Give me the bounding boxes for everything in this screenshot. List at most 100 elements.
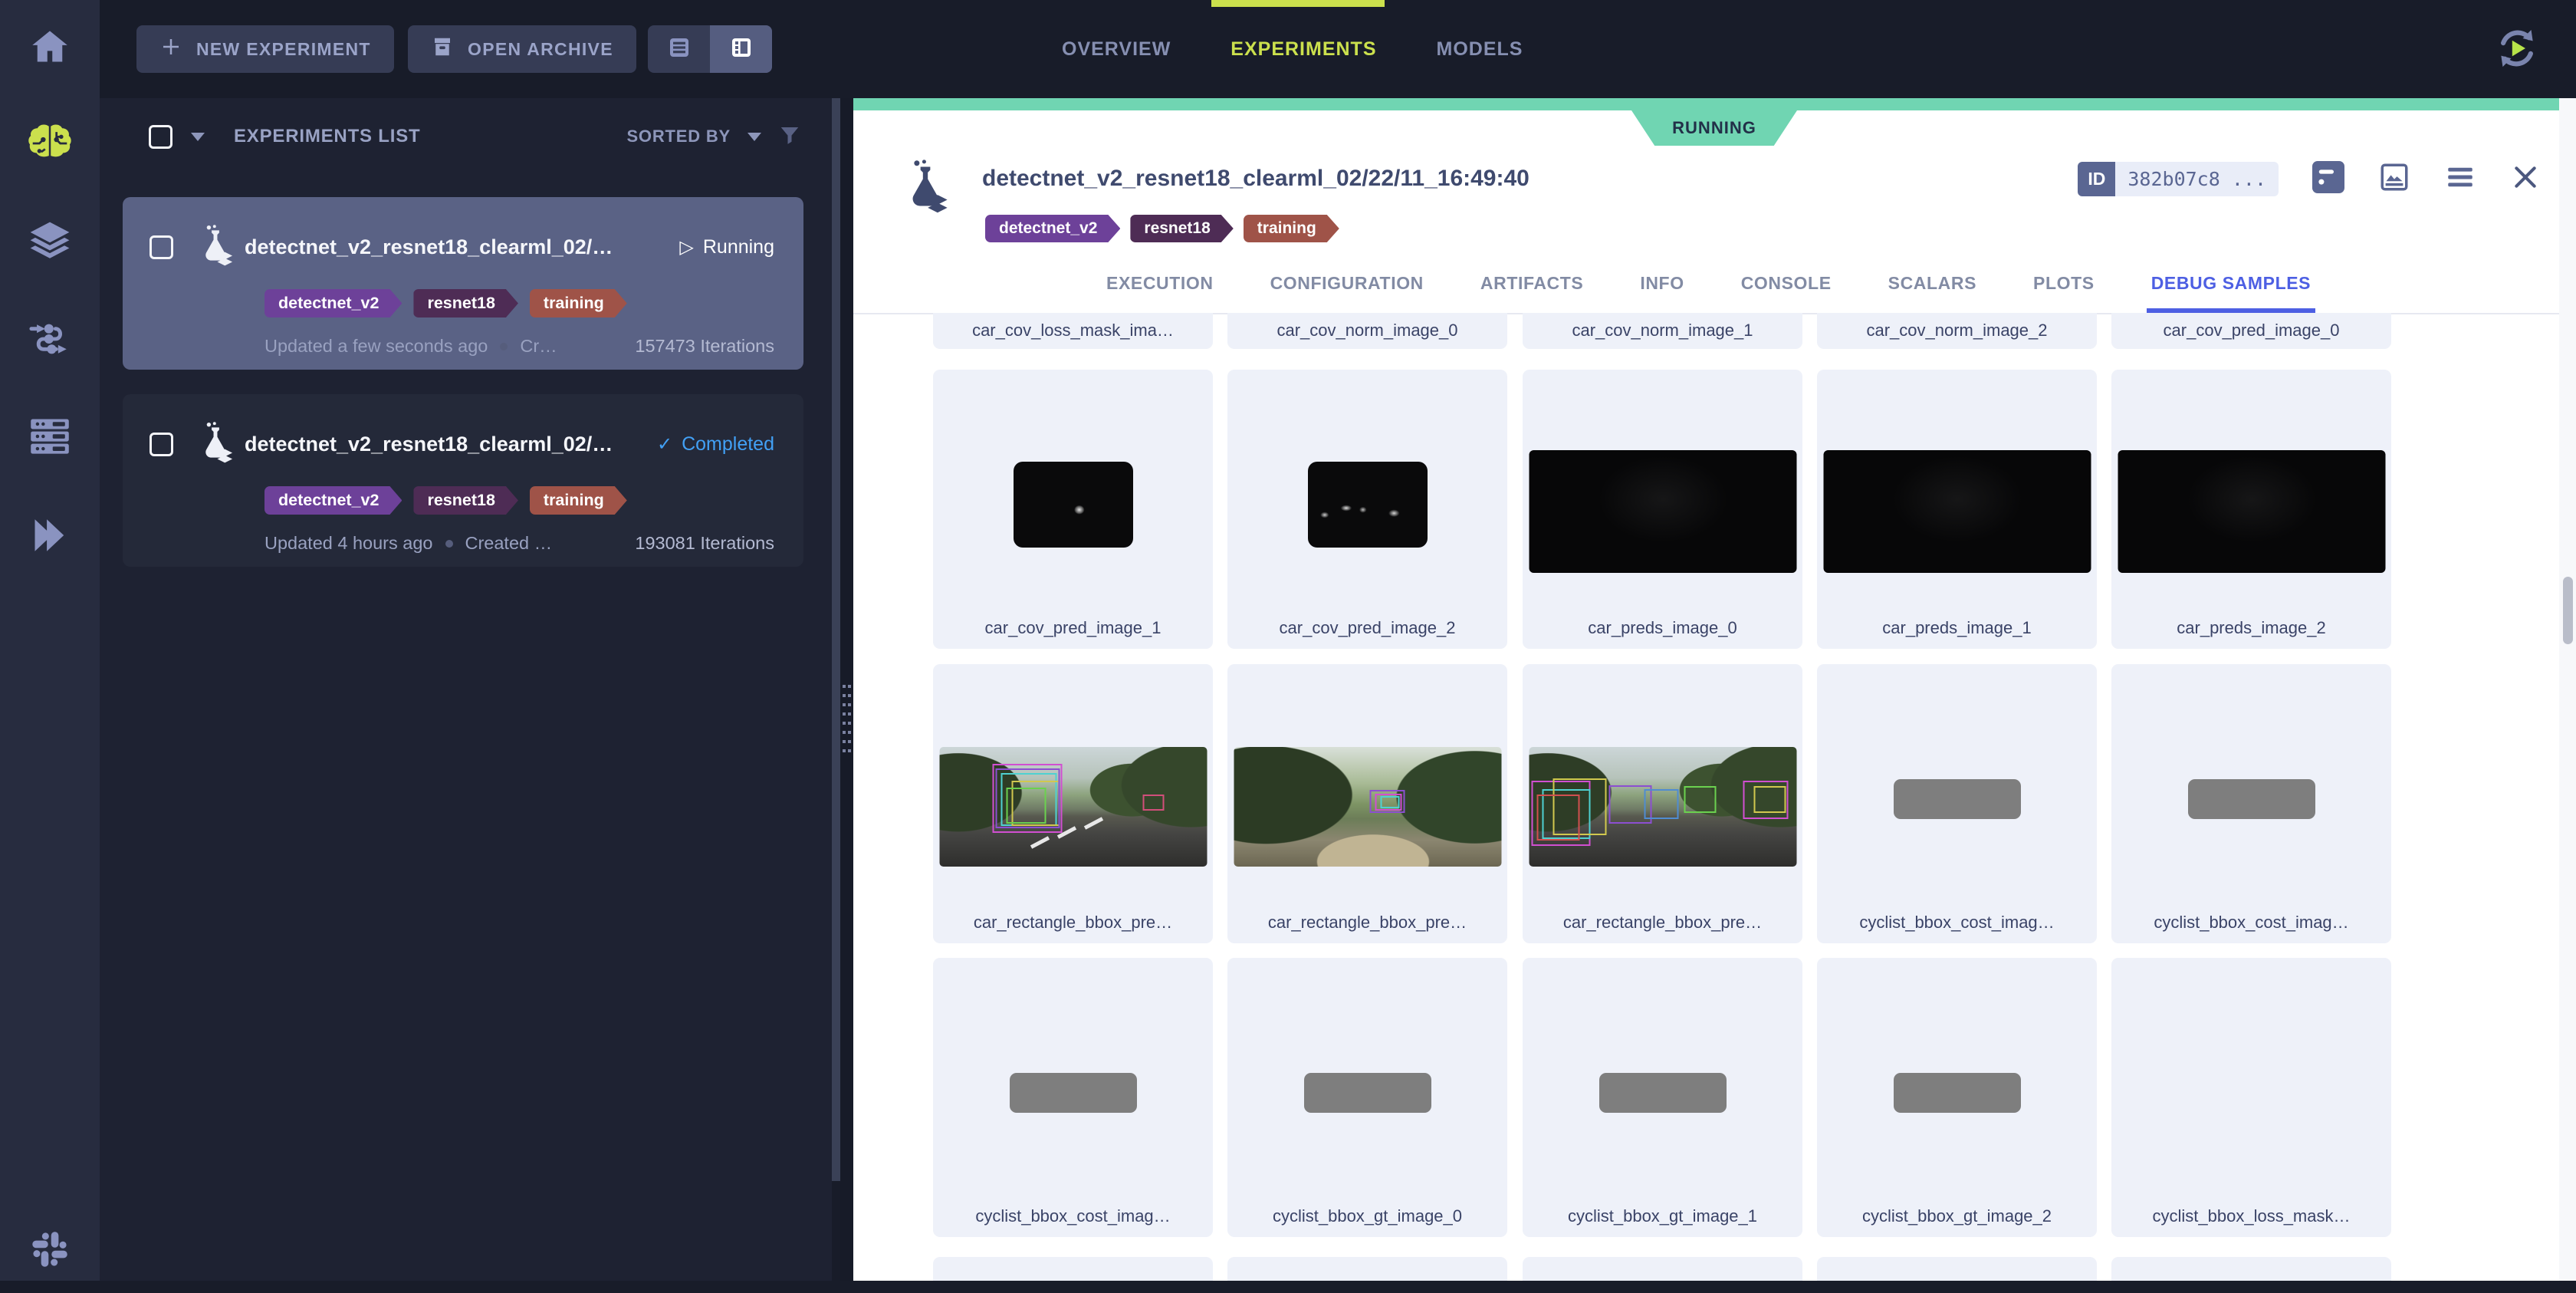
sidebar-item-pipelines[interactable]: [0, 298, 100, 383]
debug-sample-card[interactable]: car_cov_pred_image_2: [1227, 370, 1507, 649]
debug-sample-card[interactable]: cyclist_bbox_cost_imag…: [933, 958, 1213, 1237]
table-view-button[interactable]: [648, 25, 710, 73]
experiments-list-panel: EXPERIMENTS LIST SORTED BY detectnet_v2_…: [100, 98, 832, 1281]
debug-sample-card[interactable]: cyclist_bbox_loss_mask…: [2111, 958, 2391, 1237]
experiment-meta: Updated 4 hours ago Created … 193081 Ite…: [264, 533, 774, 554]
sample-label: cyclist_bbox_cost_imag…: [939, 1206, 1207, 1226]
debug-sample-card[interactable]: car_cov_norm_image_0: [1227, 313, 1507, 349]
experiments-list-header: EXPERIMENTS LIST SORTED BY: [100, 98, 832, 175]
filter-button[interactable]: [778, 123, 801, 150]
sample-thumbnail[interactable]: [2118, 450, 2385, 573]
auto-refresh-icon: [2492, 64, 2542, 77]
lane-marking: [1030, 836, 1050, 849]
split-view-button[interactable]: [710, 25, 772, 73]
debug-sample-card[interactable]: cyclist_bbox_gt_image_2: [1817, 958, 2097, 1237]
sample-thumbnail[interactable]: [1308, 462, 1428, 548]
debug-sample-card[interactable]: cyclist_bbox_gt_image_1: [1523, 958, 1802, 1237]
sample-thumbnail[interactable]: [1823, 450, 2091, 573]
debug-sample-card[interactable]: car_preds_image_0: [1523, 370, 1802, 649]
tag-detectnet-v2[interactable]: detectnet_v2: [264, 289, 402, 317]
tag-training[interactable]: training: [530, 289, 627, 317]
sample-label: car_rectangle_bbox_pre…: [1234, 913, 1501, 933]
sample-label: cyclist_bbox_cost_imag…: [2118, 913, 2385, 933]
experiment-flask-icon: [194, 422, 237, 467]
sample-thumbnail[interactable]: [1010, 1073, 1137, 1113]
created-text: Cr…: [520, 336, 557, 357]
sample-thumbnail[interactable]: [1304, 1073, 1431, 1113]
debug-sample-card[interactable]: car_cov_pred_image_0: [2111, 313, 2391, 349]
experiments-list-title: EXPERIMENTS LIST: [234, 126, 421, 147]
open-archive-button[interactable]: OPEN ARCHIVE: [408, 25, 636, 73]
panel-resize-divider[interactable]: [840, 98, 853, 1281]
experiment-card-completed[interactable]: detectnet_v2_resnet18_clearml_02/… ✓ Com…: [123, 394, 803, 567]
tab-experiments[interactable]: EXPERIMENTS: [1230, 38, 1376, 61]
debug-sample-card[interactable]: [2111, 1257, 2391, 1281]
debug-sample-card[interactable]: [933, 1257, 1213, 1281]
sidebar-item-workers[interactable]: [0, 396, 100, 481]
archive-icon: [431, 35, 454, 63]
debug-sample-card[interactable]: [1523, 1257, 1802, 1281]
running-play-icon: ▷: [679, 236, 693, 258]
debug-sample-card[interactable]: car_preds_image_1: [1817, 370, 2097, 649]
sample-label: car_cov_pred_image_0: [2118, 321, 2385, 341]
tag-resnet18[interactable]: resnet18: [413, 289, 518, 317]
iterations-text: 157473 Iterations: [635, 336, 774, 357]
auto-refresh-button[interactable]: [2492, 23, 2542, 74]
debug-sample-card[interactable]: car_rectangle_bbox_pre…: [1523, 664, 1802, 943]
filter-funnel-icon: [778, 137, 801, 150]
table-view-icon: [667, 35, 692, 64]
tag-training[interactable]: training: [530, 486, 627, 515]
debug-sample-card[interactable]: car_cov_pred_image_1: [933, 370, 1213, 649]
sample-thumbnail[interactable]: [939, 747, 1207, 867]
experiment-card-running[interactable]: detectnet_v2_resnet18_clearml_02/… ▷ Run…: [123, 197, 803, 370]
tab-overview[interactable]: OVERVIEW: [1062, 38, 1171, 61]
debug-sample-card[interactable]: car_cov_norm_image_1: [1523, 313, 1802, 349]
tag-detectnet-v2[interactable]: detectnet_v2: [264, 486, 402, 515]
select-all-checkbox[interactable]: [149, 125, 172, 149]
sample-label: cyclist_bbox_gt_image_0: [1234, 1206, 1501, 1226]
servers-icon: [28, 417, 71, 461]
sample-label: car_cov_pred_image_2: [1234, 618, 1501, 638]
sidebar-item-datasets[interactable]: [0, 201, 100, 285]
sample-thumbnail[interactable]: [1234, 747, 1501, 867]
debug-sample-card[interactable]: car_preds_image_2: [2111, 370, 2391, 649]
sidebar-item-home[interactable]: [0, 6, 100, 90]
sidebar-item-reports[interactable]: [0, 495, 100, 579]
sample-thumbnail[interactable]: [1894, 1073, 2021, 1113]
brain-icon: [27, 123, 73, 167]
sample-thumbnail[interactable]: [1894, 779, 2021, 819]
bbox-overlay: [1644, 789, 1678, 819]
sample-label: car_rectangle_bbox_pre…: [1529, 913, 1796, 933]
select-all-chevron-down-icon[interactable]: [191, 133, 205, 141]
debug-sample-card[interactable]: [1227, 1257, 1507, 1281]
tag-resnet18[interactable]: resnet18: [413, 486, 518, 515]
debug-sample-card[interactable]: car_rectangle_bbox_pre…: [1227, 664, 1507, 943]
new-experiment-button[interactable]: NEW EXPERIMENT: [136, 25, 394, 73]
debug-sample-card[interactable]: cyclist_bbox_cost_imag…: [1817, 664, 2097, 943]
sample-thumbnail[interactable]: [1529, 450, 1796, 573]
debug-sample-card[interactable]: car_cov_norm_image_2: [1817, 313, 2097, 349]
tab-models[interactable]: MODELS: [1437, 38, 1523, 61]
sample-thumbnail[interactable]: [1529, 747, 1796, 867]
sidebar-item-projects[interactable]: [0, 103, 100, 187]
experiment-tags: detectnet_v2 resnet18 training: [264, 289, 785, 317]
debug-sample-card[interactable]: cyclist_bbox_cost_imag…: [2111, 664, 2391, 943]
slack-icon: [31, 1230, 69, 1272]
iterations-text: 193081 Iterations: [635, 533, 774, 554]
sample-thumbnail[interactable]: [1599, 1073, 1727, 1113]
sample-thumbnail[interactable]: [1014, 462, 1133, 548]
debug-sample-card[interactable]: cyclist_bbox_gt_image_0: [1227, 958, 1507, 1237]
sorted-by-chevron-down-icon[interactable]: [748, 133, 761, 141]
detail-scrollbar-thumb[interactable]: [2563, 577, 2573, 644]
debug-sample-card[interactable]: car_cov_loss_mask_ima…: [933, 313, 1213, 349]
experiment-checkbox[interactable]: [150, 235, 173, 259]
sample-thumbnail[interactable]: [2188, 779, 2315, 819]
experiment-checkbox[interactable]: [150, 433, 173, 456]
list-scrollbar[interactable]: [832, 98, 840, 1181]
debug-sample-card[interactable]: [1817, 1257, 2097, 1281]
double-chevron-icon: [30, 517, 70, 558]
sorted-by-button[interactable]: SORTED BY: [626, 127, 731, 146]
debug-sample-card[interactable]: car_rectangle_bbox_pre…: [933, 664, 1213, 943]
sample-label: cyclist_bbox_cost_imag…: [1823, 913, 2091, 933]
experiment-tags: detectnet_v2 resnet18 training: [264, 486, 785, 515]
